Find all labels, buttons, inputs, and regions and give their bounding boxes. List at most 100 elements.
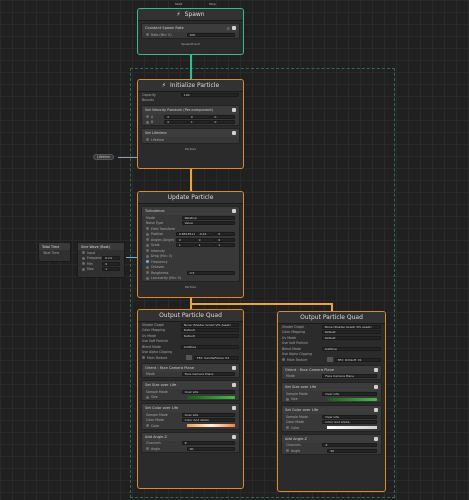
port-dot[interactable] (146, 424, 149, 428)
port-dot[interactable] (146, 276, 149, 280)
port-dot[interactable] (146, 271, 149, 275)
velocity-b-y[interactable]: 1 (187, 120, 212, 125)
orient-block[interactable]: Orient : Face Camera Plane Mode Face Came… (281, 364, 382, 380)
color-over-life-block[interactable]: Set Color over Life Sample Mode Over Life… (141, 403, 240, 430)
spawn-port-stop[interactable]: Stop (209, 2, 216, 6)
position-x[interactable]: 0.8813511 (175, 232, 196, 237)
angle-input[interactable]: 90 (327, 448, 377, 453)
velocity-block[interactable]: Set Velocity Random (Per-component) A000… (141, 105, 240, 126)
total-time-output[interactable]: Total Time (43, 251, 59, 255)
checkbox-icon[interactable] (232, 26, 236, 30)
initialize-context[interactable]: ⚡ Initialize Particle Capacity 100 Bounds … (137, 79, 244, 169)
checkbox-icon[interactable] (232, 434, 236, 439)
checkbox-icon[interactable] (232, 209, 236, 213)
checkbox-icon[interactable] (232, 365, 236, 370)
port-dot[interactable] (82, 267, 85, 271)
position-z[interactable]: 0 (215, 232, 236, 237)
shader-field[interactable]: None (Shader Graph Vfx Asset) (180, 322, 239, 327)
orient-mode-select[interactable]: Face Camera Plane (181, 372, 235, 377)
update-context[interactable]: Update Particle Turbulence Mode Relative … (137, 191, 244, 298)
velocity-a-z[interactable]: 0 (211, 114, 235, 119)
port-dot[interactable] (146, 227, 149, 231)
size-sample-select[interactable]: Over Life (181, 389, 235, 394)
port-dot[interactable] (146, 260, 149, 264)
scale-x[interactable]: 1 (175, 243, 196, 248)
port-dot[interactable] (286, 426, 289, 430)
lifetime-block[interactable]: Set Lifetime Lifetime (141, 128, 240, 144)
checkbox-icon[interactable] (374, 367, 378, 372)
port-dot[interactable] (146, 243, 149, 247)
color-mode-select[interactable]: Color And Alpha (181, 418, 235, 423)
checkbox-icon[interactable] (374, 385, 378, 389)
blend-mode-select[interactable]: Additive (321, 346, 381, 351)
color-gradient[interactable] (186, 424, 235, 428)
color-sample-select[interactable]: Over Life (322, 414, 377, 419)
blend-mode-select[interactable]: Additive (180, 344, 239, 349)
scale-z[interactable]: 1 (215, 243, 236, 248)
main-texture-field[interactable]: TEX_OrbSoft_01 (334, 357, 381, 362)
spawn-context[interactable]: ⚡ Spawn Constant Spawn Rate ⚙ Rate (Min: 0… (137, 8, 244, 55)
channels-select[interactable]: Z (322, 443, 377, 448)
port-dot[interactable] (146, 115, 149, 119)
size-curve[interactable] (327, 397, 377, 401)
angles-z[interactable]: 0 (215, 237, 236, 242)
angles-x[interactable]: 0 (175, 237, 196, 242)
orient-mode-select[interactable]: Face Camera Plane (322, 374, 377, 379)
output-quad-right[interactable]: Output Particle Quad Shader Graph None (S… (277, 311, 386, 492)
port-dot[interactable] (146, 395, 149, 399)
port-dot[interactable] (286, 397, 289, 401)
rate-input[interactable]: 200 (186, 32, 235, 37)
checkbox-icon[interactable] (232, 131, 236, 135)
color-over-life-block[interactable]: Set Color over Life Sample Mode Over Life… (281, 405, 382, 432)
port-dot[interactable] (146, 33, 149, 37)
port-dot[interactable] (146, 232, 149, 236)
size-sample-select[interactable]: Over Life (322, 391, 377, 396)
checkbox-icon[interactable] (232, 108, 236, 112)
spawn-port-start[interactable]: Start (175, 2, 182, 6)
velocity-a-y[interactable]: 0 (187, 114, 212, 119)
port-dot[interactable] (146, 254, 149, 258)
checkbox-icon[interactable] (232, 383, 236, 387)
checkbox-icon[interactable] (374, 436, 378, 441)
color-mode-select[interactable]: Color And Alpha (322, 420, 377, 425)
sine-frequency-input[interactable]: 0.14 (102, 256, 120, 261)
port-dot[interactable] (146, 238, 149, 242)
gear-icon[interactable]: ⚙ (226, 26, 230, 31)
port-dot[interactable] (82, 251, 85, 255)
position-y[interactable]: -0.24 (195, 232, 216, 237)
port-dot[interactable] (282, 358, 285, 362)
output-quad-left[interactable]: Output Particle Quad Shader Graph None (S… (137, 309, 244, 489)
constant-spawn-rate-block[interactable]: Constant Spawn Rate ⚙ Rate (Min: 0) 200 (141, 23, 240, 39)
add-angle-block[interactable]: Add Angle.Z Channels Z Angle 90 (141, 431, 240, 453)
noise-type-select[interactable]: Value (181, 221, 235, 226)
min-input[interactable]: 0 (102, 261, 120, 266)
sine-wave-node[interactable]: Sine Wave (float) Input Frequency 0.14 Mi… (77, 242, 125, 278)
channels-select[interactable]: Z (181, 441, 235, 446)
total-time-node[interactable]: Total Time Total Time (38, 242, 71, 262)
scale-y[interactable]: 1 (195, 243, 216, 248)
lifetime-property-pill[interactable]: Lifetime (93, 154, 114, 160)
shader-field[interactable]: None (Shader Graph Vfx Asset) (321, 324, 381, 329)
color-gradient[interactable] (327, 426, 377, 430)
port-dot[interactable] (146, 138, 149, 142)
checkbox-icon[interactable] (232, 406, 236, 410)
checkbox-icon[interactable] (374, 408, 378, 412)
color-mapping-select[interactable]: Default (180, 328, 239, 333)
angles-y[interactable]: 0 (195, 237, 216, 242)
color-sample-select[interactable]: Over Life (181, 412, 235, 417)
port-dot[interactable] (82, 256, 85, 260)
size-over-life-block[interactable]: Set Size over Life Sample Mode Over Life … (141, 380, 240, 401)
capacity-input[interactable]: 100 (180, 92, 239, 97)
size-over-life-block[interactable]: Set Size over Life Sample Mode Over Life … (281, 382, 382, 403)
port-dot[interactable] (146, 447, 149, 451)
uv-mode-select[interactable]: Default (180, 333, 239, 338)
max-input[interactable]: 1 (102, 267, 120, 272)
port-dot[interactable] (82, 262, 85, 266)
port-dot[interactable] (142, 356, 145, 360)
color-mapping-select[interactable]: Default (321, 330, 381, 335)
mode-select[interactable]: Relative (181, 215, 235, 220)
port-dot[interactable] (146, 249, 149, 253)
velocity-a-x[interactable]: 0 (164, 114, 188, 119)
orient-block[interactable]: Orient : Face Camera Plane Mode Face Came… (141, 362, 240, 378)
angle-input[interactable]: 90 (186, 446, 235, 451)
